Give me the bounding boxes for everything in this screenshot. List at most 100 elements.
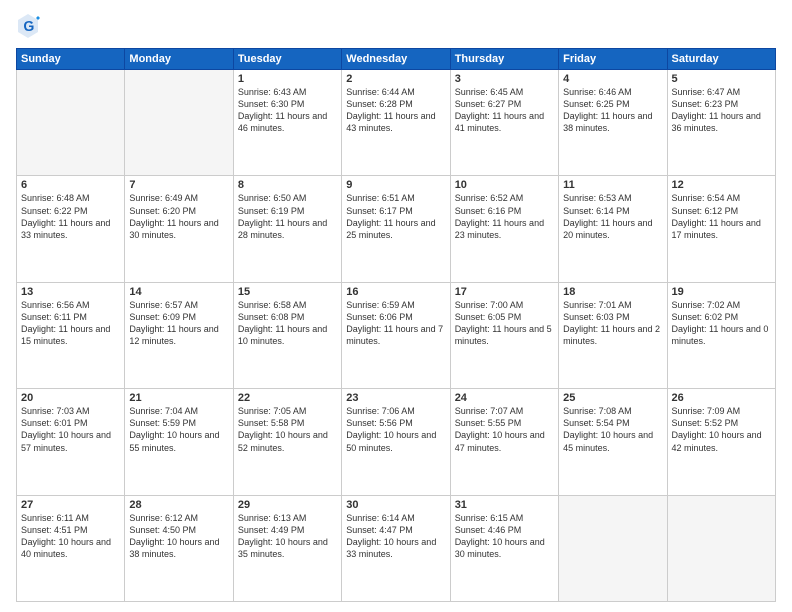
calendar-cell: 16Sunrise: 6:59 AMSunset: 6:06 PMDayligh… (342, 282, 450, 388)
day-number: 22 (238, 392, 337, 404)
day-number: 17 (455, 286, 554, 298)
cell-info: Sunrise: 7:03 AMSunset: 6:01 PMDaylight:… (21, 405, 120, 454)
calendar-cell (125, 70, 233, 176)
cell-info: Sunrise: 6:11 AMSunset: 4:51 PMDaylight:… (21, 512, 120, 561)
cell-info: Sunrise: 6:47 AMSunset: 6:23 PMDaylight:… (672, 86, 771, 135)
calendar-cell: 28Sunrise: 6:12 AMSunset: 4:50 PMDayligh… (125, 495, 233, 601)
weekday-header-row: SundayMondayTuesdayWednesdayThursdayFrid… (17, 49, 776, 70)
day-number: 6 (21, 179, 120, 191)
calendar-week-row-5: 27Sunrise: 6:11 AMSunset: 4:51 PMDayligh… (17, 495, 776, 601)
calendar-cell: 12Sunrise: 6:54 AMSunset: 6:12 PMDayligh… (667, 176, 775, 282)
calendar-cell: 4Sunrise: 6:46 AMSunset: 6:25 PMDaylight… (559, 70, 667, 176)
cell-info: Sunrise: 7:07 AMSunset: 5:55 PMDaylight:… (455, 405, 554, 454)
cell-info: Sunrise: 6:57 AMSunset: 6:09 PMDaylight:… (129, 299, 228, 348)
day-number: 7 (129, 179, 228, 191)
day-number: 23 (346, 392, 445, 404)
day-number: 31 (455, 499, 554, 511)
day-number: 20 (21, 392, 120, 404)
cell-info: Sunrise: 6:50 AMSunset: 6:19 PMDaylight:… (238, 192, 337, 241)
cell-info: Sunrise: 7:06 AMSunset: 5:56 PMDaylight:… (346, 405, 445, 454)
cell-info: Sunrise: 6:14 AMSunset: 4:47 PMDaylight:… (346, 512, 445, 561)
weekday-header-saturday: Saturday (667, 49, 775, 70)
calendar-week-row-2: 6Sunrise: 6:48 AMSunset: 6:22 PMDaylight… (17, 176, 776, 282)
day-number: 4 (563, 73, 662, 85)
calendar-cell: 24Sunrise: 7:07 AMSunset: 5:55 PMDayligh… (450, 389, 558, 495)
calendar-cell (17, 70, 125, 176)
day-number: 30 (346, 499, 445, 511)
cell-info: Sunrise: 6:44 AMSunset: 6:28 PMDaylight:… (346, 86, 445, 135)
calendar-cell: 3Sunrise: 6:45 AMSunset: 6:27 PMDaylight… (450, 70, 558, 176)
cell-info: Sunrise: 6:13 AMSunset: 4:49 PMDaylight:… (238, 512, 337, 561)
calendar-table: SundayMondayTuesdayWednesdayThursdayFrid… (16, 48, 776, 602)
cell-info: Sunrise: 6:58 AMSunset: 6:08 PMDaylight:… (238, 299, 337, 348)
calendar-cell: 8Sunrise: 6:50 AMSunset: 6:19 PMDaylight… (233, 176, 341, 282)
calendar-cell: 15Sunrise: 6:58 AMSunset: 6:08 PMDayligh… (233, 282, 341, 388)
calendar-cell: 2Sunrise: 6:44 AMSunset: 6:28 PMDaylight… (342, 70, 450, 176)
day-number: 14 (129, 286, 228, 298)
day-number: 29 (238, 499, 337, 511)
cell-info: Sunrise: 7:01 AMSunset: 6:03 PMDaylight:… (563, 299, 662, 348)
calendar-cell: 6Sunrise: 6:48 AMSunset: 6:22 PMDaylight… (17, 176, 125, 282)
page: SundayMondayTuesdayWednesdayThursdayFrid… (0, 0, 792, 612)
logo-icon (16, 12, 40, 40)
calendar-cell: 18Sunrise: 7:01 AMSunset: 6:03 PMDayligh… (559, 282, 667, 388)
cell-info: Sunrise: 6:59 AMSunset: 6:06 PMDaylight:… (346, 299, 445, 348)
calendar-week-row-4: 20Sunrise: 7:03 AMSunset: 6:01 PMDayligh… (17, 389, 776, 495)
calendar-cell: 17Sunrise: 7:00 AMSunset: 6:05 PMDayligh… (450, 282, 558, 388)
cell-info: Sunrise: 6:46 AMSunset: 6:25 PMDaylight:… (563, 86, 662, 135)
day-number: 21 (129, 392, 228, 404)
header (16, 12, 776, 40)
day-number: 12 (672, 179, 771, 191)
calendar-cell: 30Sunrise: 6:14 AMSunset: 4:47 PMDayligh… (342, 495, 450, 601)
calendar-cell (667, 495, 775, 601)
calendar-cell: 22Sunrise: 7:05 AMSunset: 5:58 PMDayligh… (233, 389, 341, 495)
cell-info: Sunrise: 7:00 AMSunset: 6:05 PMDaylight:… (455, 299, 554, 348)
calendar-cell: 23Sunrise: 7:06 AMSunset: 5:56 PMDayligh… (342, 389, 450, 495)
cell-info: Sunrise: 7:04 AMSunset: 5:59 PMDaylight:… (129, 405, 228, 454)
day-number: 13 (21, 286, 120, 298)
calendar-cell: 7Sunrise: 6:49 AMSunset: 6:20 PMDaylight… (125, 176, 233, 282)
cell-info: Sunrise: 6:15 AMSunset: 4:46 PMDaylight:… (455, 512, 554, 561)
logo (16, 12, 43, 40)
day-number: 26 (672, 392, 771, 404)
weekday-header-tuesday: Tuesday (233, 49, 341, 70)
weekday-header-sunday: Sunday (17, 49, 125, 70)
calendar-week-row-1: 1Sunrise: 6:43 AMSunset: 6:30 PMDaylight… (17, 70, 776, 176)
cell-info: Sunrise: 6:54 AMSunset: 6:12 PMDaylight:… (672, 192, 771, 241)
day-number: 27 (21, 499, 120, 511)
calendar-cell: 20Sunrise: 7:03 AMSunset: 6:01 PMDayligh… (17, 389, 125, 495)
cell-info: Sunrise: 7:09 AMSunset: 5:52 PMDaylight:… (672, 405, 771, 454)
calendar-cell: 29Sunrise: 6:13 AMSunset: 4:49 PMDayligh… (233, 495, 341, 601)
day-number: 25 (563, 392, 662, 404)
day-number: 19 (672, 286, 771, 298)
calendar-week-row-3: 13Sunrise: 6:56 AMSunset: 6:11 PMDayligh… (17, 282, 776, 388)
cell-info: Sunrise: 6:43 AMSunset: 6:30 PMDaylight:… (238, 86, 337, 135)
weekday-header-monday: Monday (125, 49, 233, 70)
calendar-cell: 1Sunrise: 6:43 AMSunset: 6:30 PMDaylight… (233, 70, 341, 176)
cell-info: Sunrise: 6:48 AMSunset: 6:22 PMDaylight:… (21, 192, 120, 241)
calendar-cell: 5Sunrise: 6:47 AMSunset: 6:23 PMDaylight… (667, 70, 775, 176)
cell-info: Sunrise: 6:56 AMSunset: 6:11 PMDaylight:… (21, 299, 120, 348)
day-number: 24 (455, 392, 554, 404)
weekday-header-friday: Friday (559, 49, 667, 70)
weekday-header-wednesday: Wednesday (342, 49, 450, 70)
cell-info: Sunrise: 6:51 AMSunset: 6:17 PMDaylight:… (346, 192, 445, 241)
weekday-header-thursday: Thursday (450, 49, 558, 70)
day-number: 28 (129, 499, 228, 511)
cell-info: Sunrise: 7:08 AMSunset: 5:54 PMDaylight:… (563, 405, 662, 454)
day-number: 10 (455, 179, 554, 191)
cell-info: Sunrise: 6:52 AMSunset: 6:16 PMDaylight:… (455, 192, 554, 241)
day-number: 15 (238, 286, 337, 298)
calendar-cell: 13Sunrise: 6:56 AMSunset: 6:11 PMDayligh… (17, 282, 125, 388)
day-number: 8 (238, 179, 337, 191)
day-number: 2 (346, 73, 445, 85)
calendar-cell: 9Sunrise: 6:51 AMSunset: 6:17 PMDaylight… (342, 176, 450, 282)
day-number: 16 (346, 286, 445, 298)
cell-info: Sunrise: 6:12 AMSunset: 4:50 PMDaylight:… (129, 512, 228, 561)
calendar-cell: 31Sunrise: 6:15 AMSunset: 4:46 PMDayligh… (450, 495, 558, 601)
calendar-cell: 19Sunrise: 7:02 AMSunset: 6:02 PMDayligh… (667, 282, 775, 388)
day-number: 18 (563, 286, 662, 298)
cell-info: Sunrise: 7:02 AMSunset: 6:02 PMDaylight:… (672, 299, 771, 348)
cell-info: Sunrise: 6:49 AMSunset: 6:20 PMDaylight:… (129, 192, 228, 241)
calendar-cell: 21Sunrise: 7:04 AMSunset: 5:59 PMDayligh… (125, 389, 233, 495)
